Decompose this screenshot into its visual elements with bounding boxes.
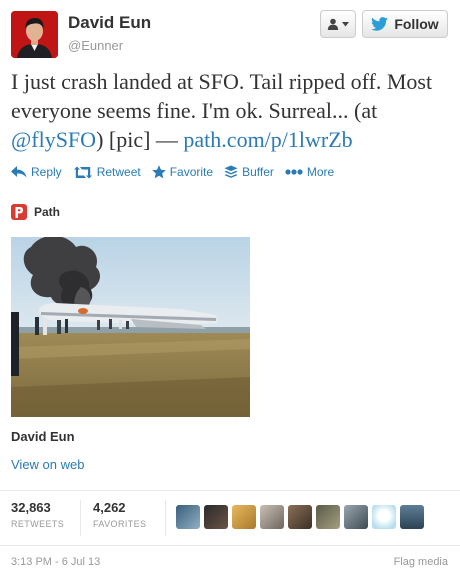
- retweets-label: RETWEETS: [11, 519, 65, 529]
- retweet-action[interactable]: Retweet: [73, 165, 141, 179]
- favoriter-avatar[interactable]: [316, 505, 340, 529]
- follow-button[interactable]: Follow: [362, 10, 448, 38]
- path-logo-icon: [11, 204, 27, 220]
- retweets-stat[interactable]: 32,863 RETWEETS: [11, 500, 64, 529]
- divider: [0, 545, 460, 546]
- favoriter-avatar[interactable]: [400, 505, 424, 529]
- media-source[interactable]: Path: [11, 204, 60, 220]
- tweet-card: David Eun @Eunner Follow I just crash la…: [0, 0, 460, 582]
- media-source-name: Path: [34, 205, 61, 219]
- bird-icon: [371, 17, 389, 31]
- user-icon: [327, 18, 339, 30]
- favorites-label: FAVORITES: [93, 519, 147, 529]
- favorites-stat[interactable]: 4,262 FAVORITES: [93, 500, 146, 529]
- flag-media-link[interactable]: Flag media: [394, 556, 448, 568]
- buffer-action[interactable]: Buffer: [224, 165, 274, 179]
- more-label: More: [306, 165, 335, 179]
- star-icon: [151, 165, 166, 179]
- favorites-count: 4,262: [93, 500, 126, 515]
- reply-action[interactable]: Reply: [11, 165, 62, 179]
- favoriter-avatar[interactable]: [372, 505, 396, 529]
- retweets-count: 32,863: [11, 500, 51, 515]
- favorite-action[interactable]: Favorite: [151, 165, 214, 179]
- favoriter-avatar[interactable]: [288, 505, 312, 529]
- mention-link[interactable]: @flySFO: [11, 127, 96, 152]
- retweet-label: Retweet: [96, 165, 141, 179]
- reply-label: Reply: [31, 165, 62, 179]
- path-link[interactable]: path.com/p/1lwrZb: [183, 127, 352, 152]
- tweet-timestamp[interactable]: 3:13 PM - 6 Jul 13: [11, 556, 100, 568]
- media-photo[interactable]: [11, 237, 250, 417]
- more-dots-icon: [285, 169, 303, 175]
- tweet-actions: Reply Retweet Favorite Buffer More: [11, 165, 345, 179]
- view-on-web-link[interactable]: View on web: [11, 457, 84, 472]
- favoriter-avatar[interactable]: [232, 505, 256, 529]
- favoriter-avatar[interactable]: [176, 505, 200, 529]
- follow-label: Follow: [394, 16, 439, 32]
- reply-icon: [11, 166, 27, 178]
- tweet-text-part2: ) [pic] —: [96, 127, 184, 152]
- favorite-label: Favorite: [169, 165, 214, 179]
- user-actions-dropdown[interactable]: [320, 10, 356, 38]
- caret-down-icon: [342, 21, 349, 26]
- favoriter-avatar[interactable]: [344, 505, 368, 529]
- divider: [0, 490, 460, 491]
- tweet-text: I just crash landed at SFO. Tail ripped …: [11, 67, 451, 154]
- favoriter-avatar[interactable]: [260, 505, 284, 529]
- stat-divider: [80, 500, 81, 536]
- retweet-icon: [73, 166, 92, 178]
- stat-divider: [165, 500, 166, 536]
- tweet-text-part1: I just crash landed at SFO. Tail ripped …: [11, 69, 433, 123]
- avatar[interactable]: [11, 11, 58, 58]
- user-handle[interactable]: @Eunner: [68, 38, 123, 53]
- more-action[interactable]: More: [285, 165, 334, 179]
- buffer-label: Buffer: [242, 165, 274, 179]
- favoriter-avatar[interactable]: [204, 505, 228, 529]
- favoriters-avatars: [176, 505, 424, 529]
- photo-author[interactable]: David Eun: [11, 429, 75, 444]
- user-name[interactable]: David Eun: [68, 13, 151, 33]
- buffer-icon: [224, 165, 238, 178]
